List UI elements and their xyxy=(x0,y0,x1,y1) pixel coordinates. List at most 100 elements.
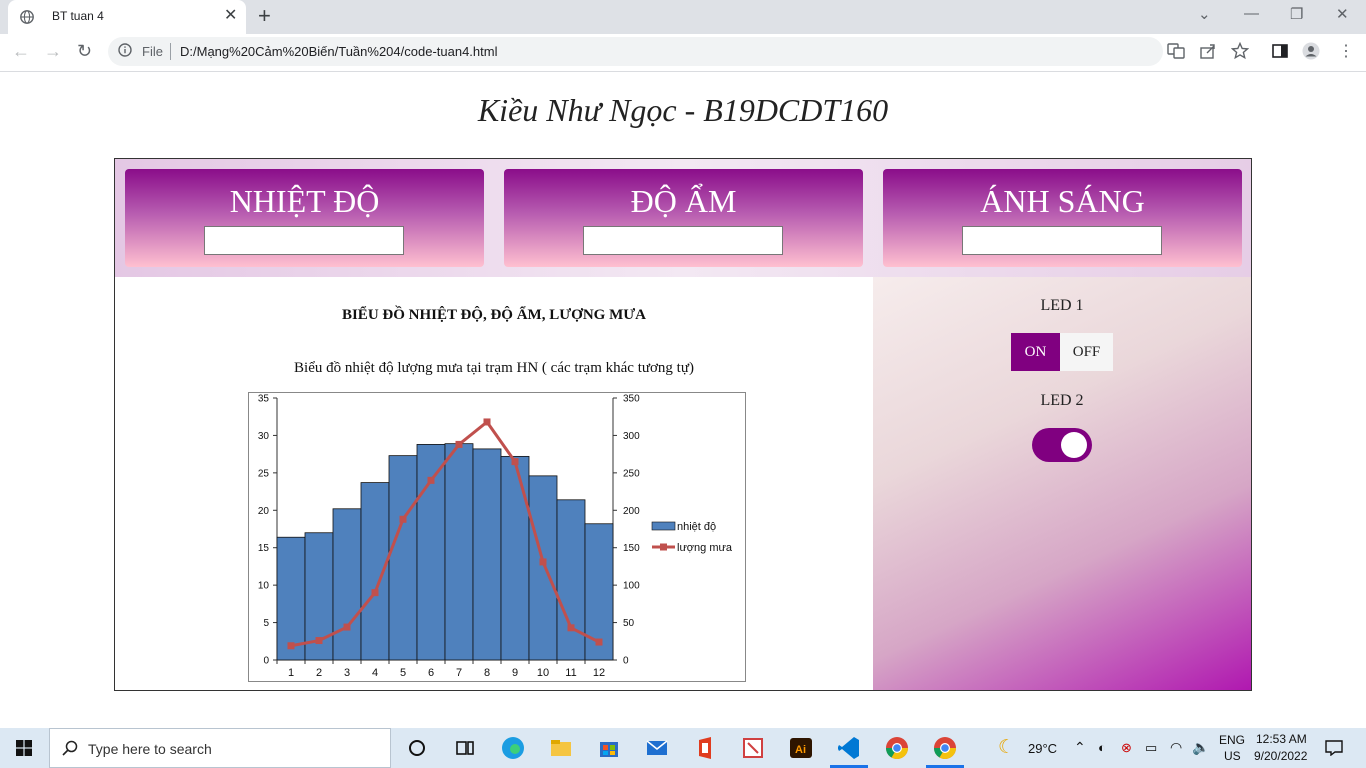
forward-icon[interactable]: → xyxy=(44,41,62,61)
tray-chevron-icon[interactable]: ⌃ xyxy=(1074,739,1086,756)
bar-10 xyxy=(528,475,558,661)
taskbar-search[interactable]: Type here to search xyxy=(49,728,391,768)
toggle-knob xyxy=(1061,432,1087,458)
taskbar: Type here to search Ai ☾ 29°C ⌃ ◐ ⊗ ▭ ◠ … xyxy=(0,728,1366,768)
y-right-tick-label: 250 xyxy=(623,468,640,479)
y-left-tick-label: 0 xyxy=(263,656,269,667)
bar-6 xyxy=(416,444,446,661)
led1-segmented-control[interactable]: ON OFF xyxy=(1011,333,1113,371)
y-right-tick-label: 0 xyxy=(623,656,629,667)
y-right-tick-label: 100 xyxy=(623,581,640,592)
light-field[interactable] xyxy=(962,226,1162,255)
rainfall-point-1 xyxy=(287,642,295,650)
humidity-label: ĐỘ ẨM xyxy=(630,183,737,219)
x-tick-label: 4 xyxy=(372,667,378,679)
clock-time[interactable]: 12:53 AM xyxy=(1256,732,1307,746)
bar-3 xyxy=(332,508,362,661)
y-left-tick-label: 15 xyxy=(258,543,270,554)
temperature-label: NHIỆT ĐỘ xyxy=(229,183,380,219)
led-panel: LED 1 ON OFF LED 2 xyxy=(873,277,1251,690)
close-window-icon[interactable]: ✕ xyxy=(1336,5,1349,23)
browser-toolbar: ← → ↻ File D:/Mạng%20Cảm%20Biến/Tuần%204… xyxy=(0,34,1366,72)
bar-1 xyxy=(276,536,306,661)
led1-off-button[interactable]: OFF xyxy=(1060,333,1113,371)
svg-text:Ai: Ai xyxy=(795,744,806,756)
y-right-tick-label: 200 xyxy=(623,506,640,517)
task-view-icon[interactable] xyxy=(451,734,479,762)
info-icon[interactable] xyxy=(118,43,132,57)
legend-label-temperature: nhiệt độ xyxy=(677,521,716,533)
profile-avatar-icon[interactable] xyxy=(1302,42,1320,60)
chrome-active-icon[interactable] xyxy=(931,734,959,762)
close-tab-icon[interactable]: ✕ xyxy=(224,8,237,24)
y-left-tick-label: 5 xyxy=(263,618,269,629)
address-bar[interactable]: File D:/Mạng%20Cảm%20Biến/Tuần%204/code-… xyxy=(108,37,1163,66)
new-tab-icon[interactable]: + xyxy=(258,4,271,28)
y-left-tick-label: 35 xyxy=(258,394,270,405)
volume-icon[interactable]: 🔈 xyxy=(1192,739,1209,756)
office-icon[interactable] xyxy=(691,734,719,762)
sensor-strip: NHIỆT ĐỘ ĐỘ ẨM ÁNH SÁNG xyxy=(115,159,1251,277)
cortana-icon[interactable] xyxy=(403,734,431,762)
illustrator-icon[interactable]: Ai xyxy=(787,734,815,762)
chart-image: 0 5 10 15 20 25 30 35 0 50 100 150 200 250 300 350 1 2 3 4 5… xyxy=(248,392,746,682)
tray-alert-icon[interactable]: ⊗ xyxy=(1121,740,1132,756)
temperature-rainfall-chart: 051015202530350501001502002503003501 2 3 4 5… xyxy=(258,394,733,680)
y-left-tick-label: 10 xyxy=(258,581,270,592)
windows-start-icon[interactable] xyxy=(16,740,32,756)
humidity-card: ĐỘ ẨM xyxy=(504,169,863,267)
y-left-tick-label: 30 xyxy=(258,431,270,442)
x-tick-label: 10 xyxy=(537,667,549,679)
battery-icon[interactable]: ▭ xyxy=(1145,740,1157,756)
wifi-icon[interactable]: ◠ xyxy=(1170,739,1182,756)
tab-title: BT tuan 4 xyxy=(52,9,104,23)
y-right-tick-label: 50 xyxy=(623,618,635,629)
vscode-icon[interactable] xyxy=(835,734,863,762)
side-panel-icon[interactable] xyxy=(1271,42,1289,60)
x-tick-label: 1 xyxy=(288,667,294,679)
notification-icon[interactable] xyxy=(1325,740,1343,756)
chrome-icon[interactable] xyxy=(883,734,911,762)
y-right-tick-label: 150 xyxy=(623,543,640,554)
mail-icon[interactable] xyxy=(643,734,671,762)
share-icon[interactable] xyxy=(1199,42,1217,60)
x-tick-label: 9 xyxy=(512,667,518,679)
snipping-tool-icon[interactable] xyxy=(739,734,767,762)
temperature-field[interactable] xyxy=(204,226,404,255)
rainfall-point-4 xyxy=(371,589,379,597)
menu-kebab-icon[interactable]: ⋮ xyxy=(1338,42,1354,62)
star-icon[interactable] xyxy=(1231,42,1249,60)
humidity-field[interactable] xyxy=(583,226,783,255)
minimize-icon[interactable]: — xyxy=(1244,5,1259,22)
scheme-label: File xyxy=(142,44,163,59)
tray-app-icon[interactable]: ◐ xyxy=(1098,740,1106,755)
rainfall-point-2 xyxy=(315,637,323,645)
led2-toggle[interactable] xyxy=(1032,428,1092,462)
translate-icon[interactable] xyxy=(1167,42,1185,60)
language-top[interactable]: ENG xyxy=(1219,733,1245,747)
browser-tab[interactable]: BT tuan 4 ✕ xyxy=(8,0,246,34)
light-card: ÁNH SÁNG xyxy=(883,169,1242,267)
moon-weather-icon[interactable]: ☾ xyxy=(998,736,1015,759)
url-text[interactable]: D:/Mạng%20Cảm%20Biến/Tuần%204/code-tuan4… xyxy=(180,44,497,59)
legend-label-rainfall: lượng mưa xyxy=(677,542,733,554)
y-left-tick-label: 25 xyxy=(258,468,270,479)
edge-icon[interactable] xyxy=(499,734,527,762)
weather-temp[interactable]: 29°C xyxy=(1028,741,1057,756)
restore-icon[interactable]: ❐ xyxy=(1290,5,1303,23)
back-icon[interactable]: ← xyxy=(12,41,30,61)
language-bottom[interactable]: US xyxy=(1224,749,1241,763)
clock-date[interactable]: 9/20/2022 xyxy=(1254,749,1307,763)
store-icon[interactable] xyxy=(595,734,623,762)
rainfall-point-12 xyxy=(595,638,603,646)
rainfall-point-10 xyxy=(539,558,547,566)
rainfall-point-5 xyxy=(399,515,407,523)
x-tick-label: 8 xyxy=(484,667,490,679)
tab-search-icon[interactable]: ⌄ xyxy=(1198,5,1211,23)
globe-icon xyxy=(20,10,34,24)
rainfall-point-8 xyxy=(483,418,491,426)
file-explorer-icon[interactable] xyxy=(547,734,575,762)
reload-icon[interactable]: ↻ xyxy=(77,41,92,61)
x-tick-label: 6 xyxy=(428,667,434,679)
led1-on-button[interactable]: ON xyxy=(1011,333,1060,371)
